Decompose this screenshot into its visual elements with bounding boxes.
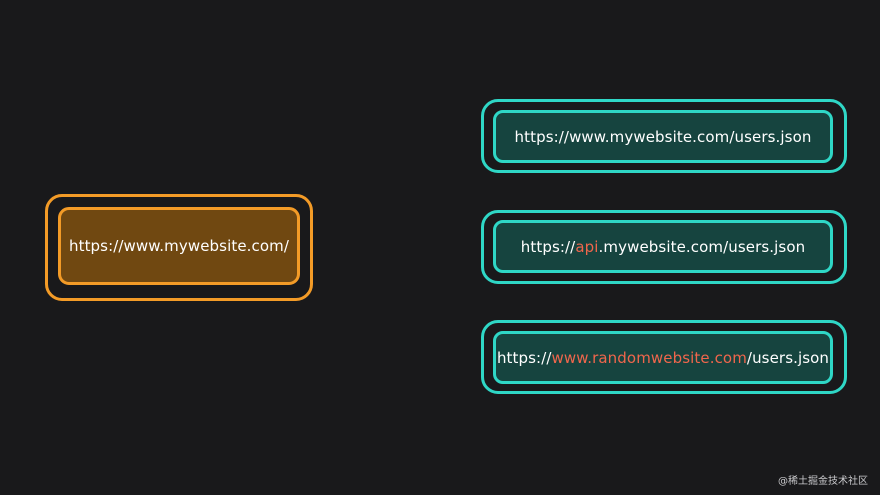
target-2-url-suffix: .mywebsite.com/users.json — [598, 237, 806, 256]
target-2-url-prefix: https:// — [520, 237, 576, 256]
target-1-url-prefix: https://www.mywebsite.com/users.json — [514, 127, 812, 146]
origin-url-text: https://www.mywebsite.com/ — [68, 237, 290, 255]
target-2-url-box: https://api .mywebsite.com/users.json — [493, 220, 833, 273]
target-1-url-box: https://www.mywebsite.com/users.json — [493, 110, 833, 163]
target-3-url-box: https://www.randomwebsite.com/users.json — [493, 331, 833, 384]
target-3-url-suffix: /users.json — [746, 348, 830, 367]
target-3-url-highlight: www.randomwebsite.com — [551, 348, 747, 367]
origin-url-box: https://www.mywebsite.com/ — [58, 207, 300, 285]
watermark: @稀土掘金技术社区 — [778, 476, 868, 487]
target-3-url-prefix: https:// — [496, 348, 552, 367]
target-2-url-highlight: api — [575, 237, 599, 256]
